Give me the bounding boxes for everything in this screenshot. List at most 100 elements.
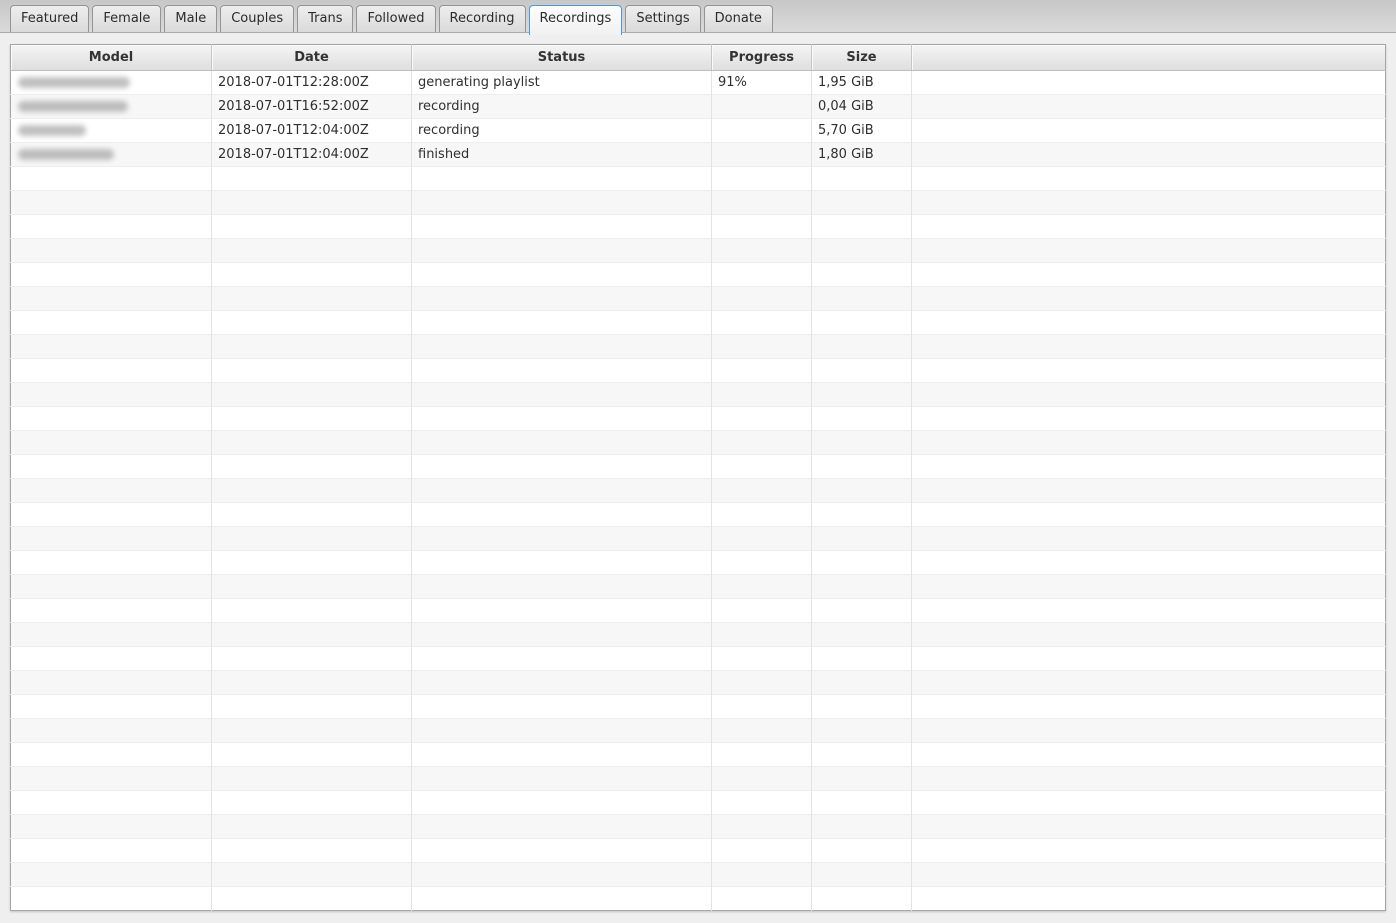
table-row[interactable]: 2018-07-01T12:04:00Z finished 1,80 GiB bbox=[10, 142, 1386, 167]
cell-progress: 91% bbox=[711, 70, 812, 95]
empty-cell bbox=[711, 382, 812, 407]
empty-cell bbox=[911, 790, 1386, 815]
empty-cell bbox=[711, 502, 812, 527]
empty-cell bbox=[911, 334, 1386, 359]
empty-cell bbox=[411, 574, 712, 599]
redacted-model-name bbox=[18, 77, 130, 88]
column-header-model[interactable]: Model bbox=[10, 44, 212, 71]
tab-trans[interactable]: Trans bbox=[297, 5, 354, 32]
empty-cell bbox=[211, 838, 412, 863]
empty-cell bbox=[711, 478, 812, 503]
empty-cell bbox=[411, 454, 712, 479]
cell-model bbox=[10, 70, 212, 95]
empty-cell bbox=[711, 190, 812, 215]
empty-cell bbox=[211, 310, 412, 335]
empty-table-row bbox=[10, 502, 1386, 527]
tab-settings[interactable]: Settings bbox=[625, 5, 701, 32]
empty-cell bbox=[411, 718, 712, 743]
empty-cell bbox=[10, 286, 212, 311]
empty-cell bbox=[10, 502, 212, 527]
table-row[interactable]: 2018-07-01T16:52:00Z recording 0,04 GiB bbox=[10, 94, 1386, 119]
empty-cell bbox=[711, 814, 812, 839]
empty-cell bbox=[911, 214, 1386, 239]
empty-cell bbox=[211, 334, 412, 359]
empty-cell bbox=[411, 670, 712, 695]
empty-cell bbox=[811, 406, 912, 431]
empty-cell bbox=[711, 886, 812, 911]
empty-cell bbox=[811, 262, 912, 287]
empty-cell bbox=[10, 622, 212, 647]
column-header-size[interactable]: Size bbox=[811, 44, 912, 71]
empty-cell bbox=[711, 454, 812, 479]
table-row[interactable]: 2018-07-01T12:04:00Z recording 5,70 GiB bbox=[10, 118, 1386, 143]
empty-cell bbox=[411, 430, 712, 455]
empty-cell bbox=[911, 262, 1386, 287]
column-header-date[interactable]: Date bbox=[211, 44, 412, 71]
tab-female[interactable]: Female bbox=[92, 5, 162, 32]
cell-filler bbox=[911, 70, 1386, 95]
empty-table-row bbox=[10, 862, 1386, 887]
empty-cell bbox=[811, 358, 912, 383]
empty-cell bbox=[811, 598, 912, 623]
empty-cell bbox=[10, 478, 212, 503]
recordings-panel: Model Date Status Progress Size 2018-07-01T1… bbox=[0, 33, 1396, 923]
empty-cell bbox=[211, 790, 412, 815]
empty-cell bbox=[911, 886, 1386, 911]
empty-cell bbox=[811, 646, 912, 671]
column-header-status[interactable]: Status bbox=[411, 44, 712, 71]
empty-table-row bbox=[10, 526, 1386, 551]
table-header-row: Model Date Status Progress Size bbox=[10, 44, 1386, 71]
tab-recordings[interactable]: Recordings bbox=[528, 5, 623, 35]
empty-cell bbox=[211, 214, 412, 239]
tab-featured[interactable]: Featured bbox=[10, 5, 90, 32]
empty-table-row bbox=[10, 238, 1386, 263]
empty-cell bbox=[911, 646, 1386, 671]
empty-cell bbox=[711, 406, 812, 431]
empty-cell bbox=[211, 766, 412, 791]
empty-cell bbox=[10, 334, 212, 359]
table-row[interactable]: 2018-07-01T12:28:00Z generating playlist 9… bbox=[10, 70, 1386, 95]
empty-cell bbox=[911, 238, 1386, 263]
empty-cell bbox=[211, 430, 412, 455]
empty-cell bbox=[811, 166, 912, 191]
empty-cell bbox=[811, 862, 912, 887]
empty-cell bbox=[211, 814, 412, 839]
cell-size: 1,95 GiB bbox=[811, 70, 912, 95]
tab-couples[interactable]: Couples bbox=[220, 5, 295, 32]
cell-status: recording bbox=[411, 94, 712, 119]
cell-status: generating playlist bbox=[411, 70, 712, 95]
empty-cell bbox=[711, 526, 812, 551]
empty-table-row bbox=[10, 166, 1386, 191]
empty-cell bbox=[10, 166, 212, 191]
empty-cell bbox=[811, 622, 912, 647]
empty-cell bbox=[811, 454, 912, 479]
empty-cell bbox=[211, 862, 412, 887]
empty-cell bbox=[911, 358, 1386, 383]
empty-cell bbox=[411, 382, 712, 407]
empty-cell bbox=[811, 310, 912, 335]
column-header-progress[interactable]: Progress bbox=[711, 44, 812, 71]
tab-followed[interactable]: Followed bbox=[356, 5, 436, 32]
empty-cell bbox=[911, 502, 1386, 527]
table-header: Model Date Status Progress Size bbox=[10, 44, 1386, 71]
empty-table-row bbox=[10, 478, 1386, 503]
cell-size: 1,80 GiB bbox=[811, 142, 912, 167]
empty-cell bbox=[211, 358, 412, 383]
cell-size: 5,70 GiB bbox=[811, 118, 912, 143]
empty-cell bbox=[10, 886, 212, 911]
empty-table-row bbox=[10, 574, 1386, 599]
empty-cell bbox=[811, 502, 912, 527]
empty-table-row bbox=[10, 766, 1386, 791]
tab-bar: Featured Female Male Couples Trans Followed Re… bbox=[0, 0, 1396, 35]
empty-cell bbox=[10, 382, 212, 407]
tab-recording[interactable]: Recording bbox=[438, 5, 526, 32]
tab-donate[interactable]: Donate bbox=[703, 5, 773, 32]
empty-cell bbox=[10, 454, 212, 479]
cell-model bbox=[10, 94, 212, 119]
cell-filler bbox=[911, 94, 1386, 119]
empty-cell bbox=[10, 862, 212, 887]
empty-cell bbox=[211, 286, 412, 311]
cell-progress bbox=[711, 94, 812, 119]
tab-male[interactable]: Male bbox=[164, 5, 218, 32]
empty-cell bbox=[911, 478, 1386, 503]
